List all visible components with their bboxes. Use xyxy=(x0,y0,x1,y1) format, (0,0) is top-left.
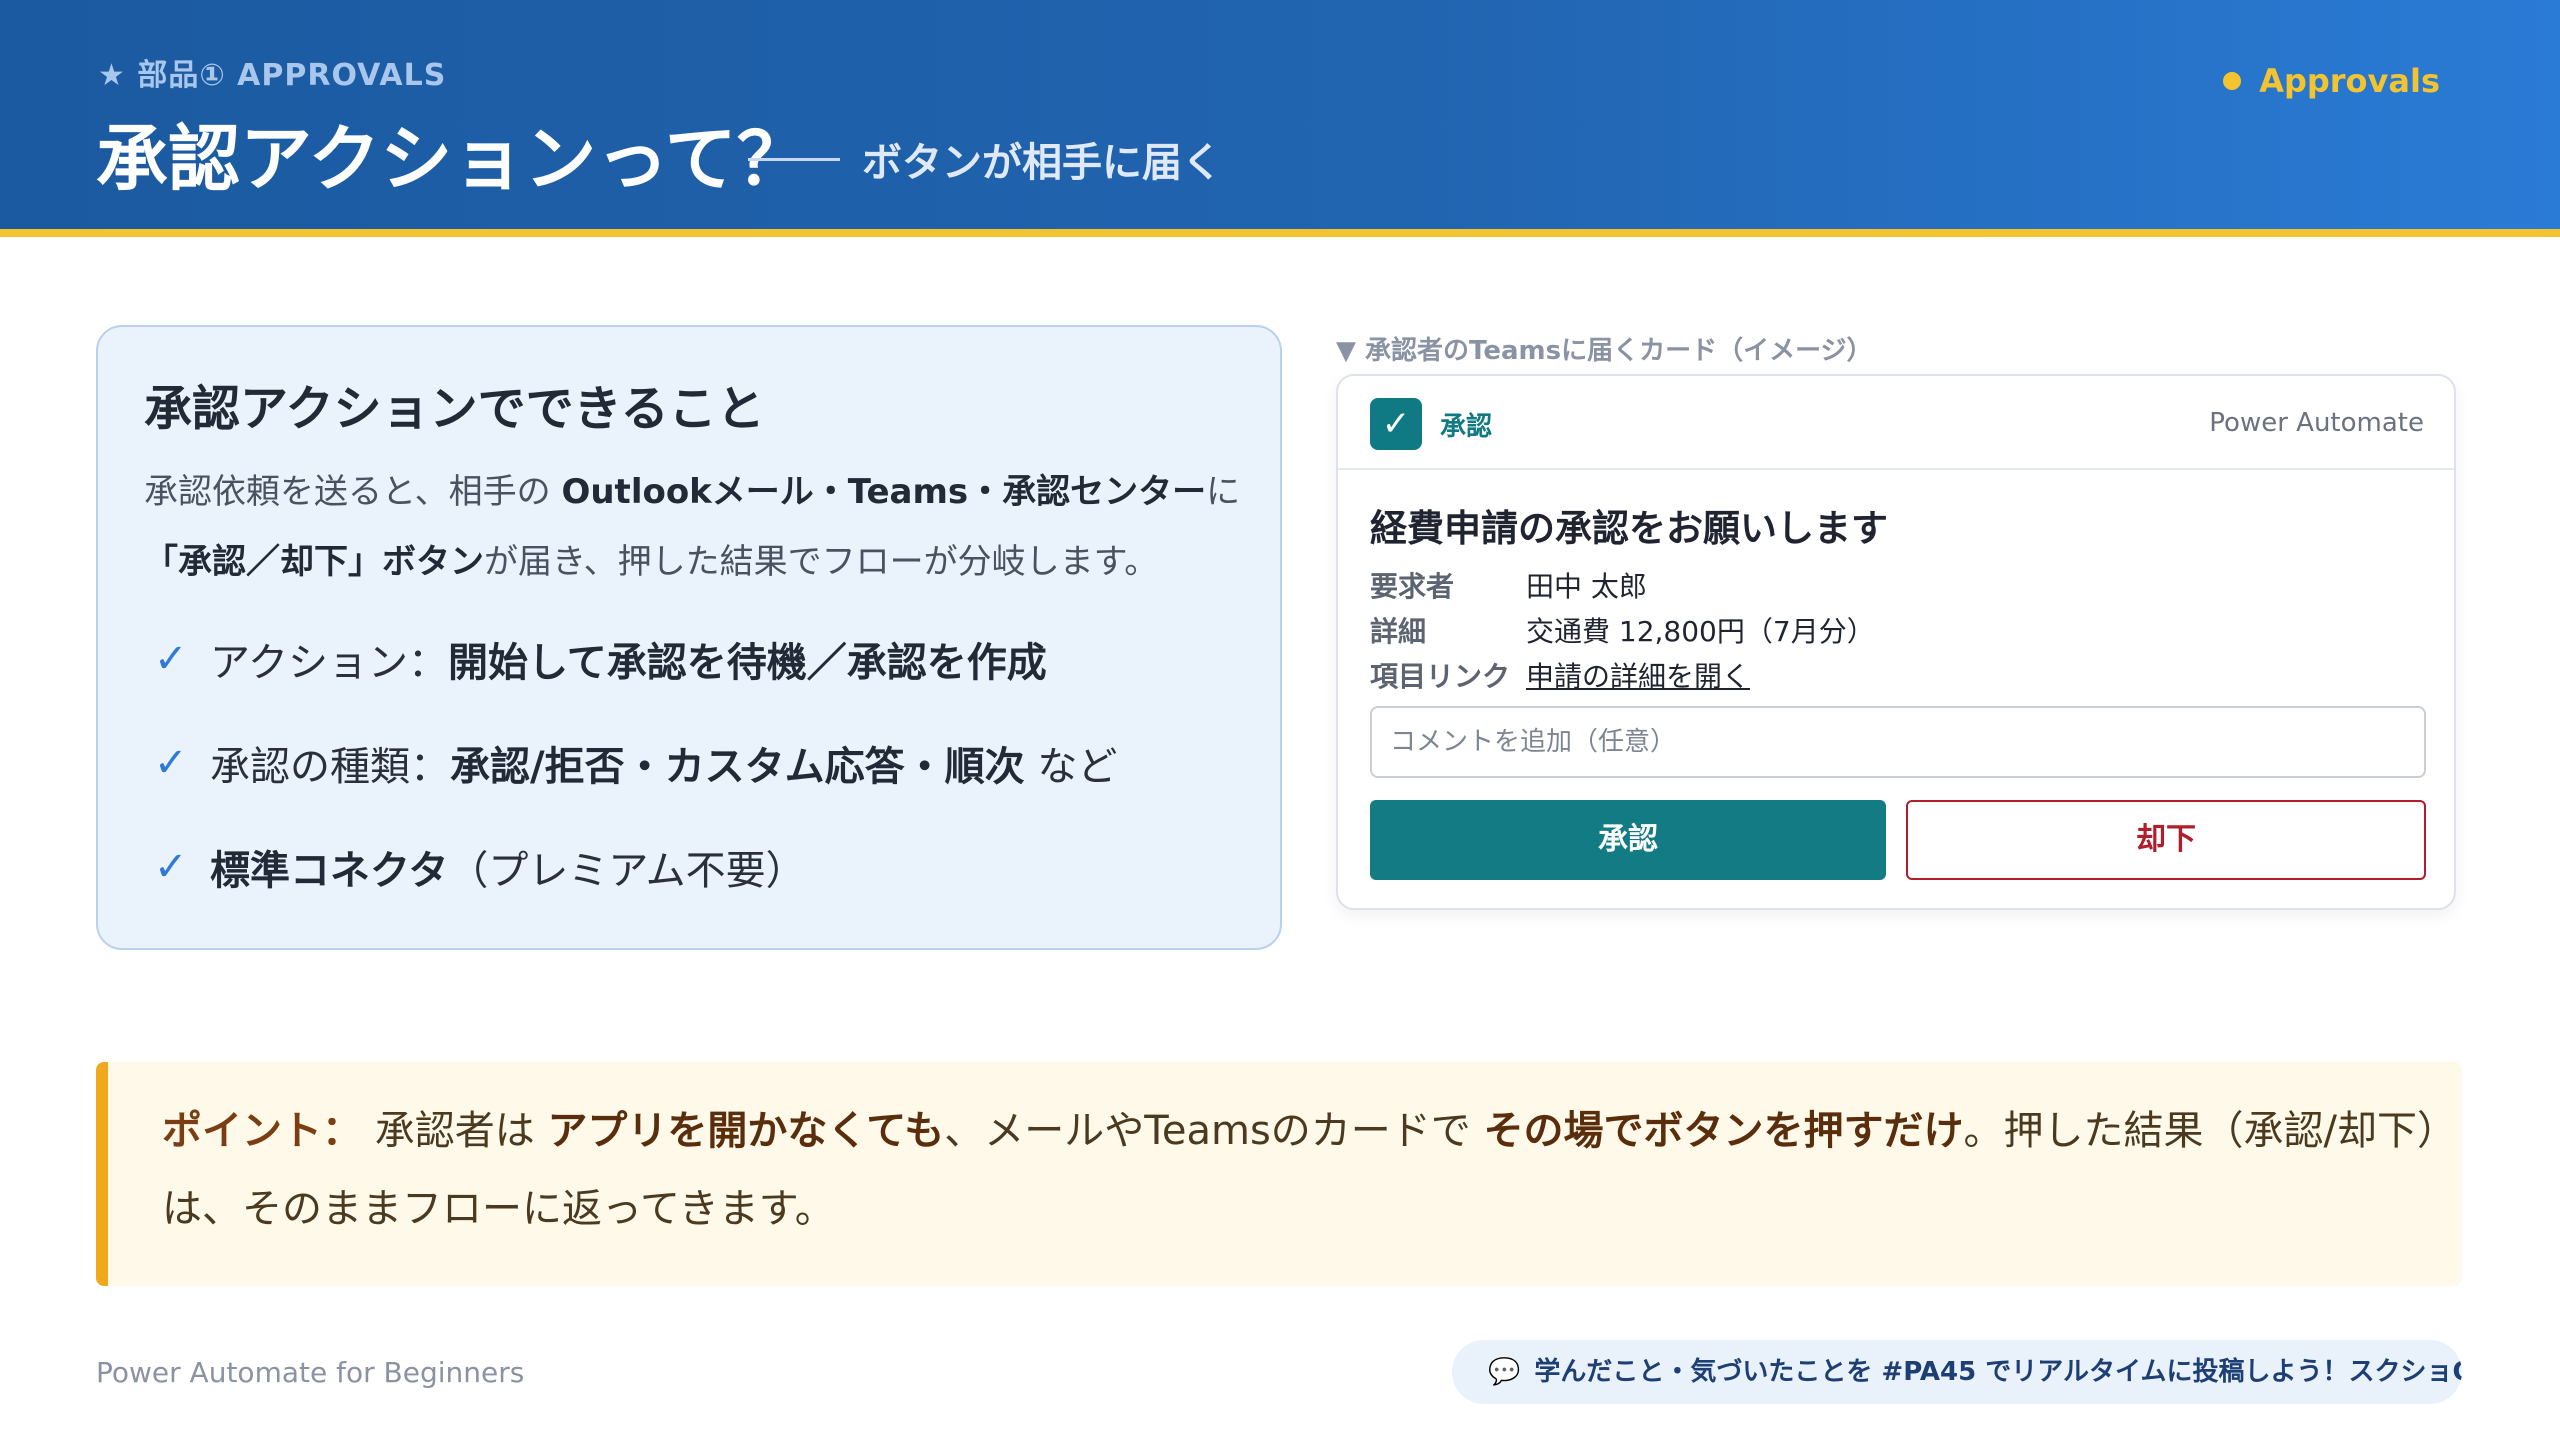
reject-button[interactable]: 却下 xyxy=(1906,800,2426,880)
point-bold-2: その場でボタンを押すだけ xyxy=(1483,1108,1964,1154)
panel-description: 承認依頼を送ると、相手の Outlookメール・Teams・承認センターに 「承… xyxy=(144,457,1244,597)
approval-check-icon: ✓ xyxy=(1370,398,1422,450)
desc-text-2: が届き、押した結果でフローが分岐します。 xyxy=(484,542,1159,582)
page-title: 承認アクションって？ xyxy=(96,117,809,201)
point-lead: ポイント： xyxy=(162,1108,362,1154)
field-value: 交通費 12,800円（7月分） xyxy=(1526,614,1875,648)
point-text: ポイント： 承認者は アプリを開かなくても、メールやTeamsのカードで その場… xyxy=(162,1092,2442,1248)
footer-pill-text: 学んだこと・気づいたことを #PA45 でリアルタイムに投稿しよう！スクショOK… xyxy=(1534,1357,2462,1387)
header-accent-bar xyxy=(0,229,2560,237)
check-icon: ✓ xyxy=(154,740,188,786)
card-app-name: 承認 xyxy=(1440,412,1493,442)
card-fields: 要求者 田中 太郎 詳細 交通費 12,800円（7月分） 項目リンク 申請の詳… xyxy=(1370,562,1875,697)
field-item-link: 項目リンク 申請の詳細を開く xyxy=(1370,652,1875,697)
list-item: ✓ 承認の種類： 承認/拒否・カスタム応答・順次 など xyxy=(154,711,1117,815)
approvals-badge: Approvals xyxy=(2223,62,2440,100)
field-key: 詳細 xyxy=(1370,614,1427,648)
check-icon: ✓ xyxy=(154,844,188,890)
field-key: 項目リンク xyxy=(1370,659,1511,693)
card-caption: ▼ 承認者のTeamsに届くカード（イメージ） xyxy=(1336,336,1873,366)
approval-card: ✓ 承認 Power Automate 経費申請の承認をお願いします 要求者 田… xyxy=(1336,374,2456,910)
desc-text-end: に xyxy=(1206,472,1241,512)
footer-hashtag-pill: 💬 学んだこと・気づいたことを #PA45 でリアルタイムに投稿しよう！スクショO… xyxy=(1452,1340,2462,1404)
desc-bold-2: 「承認／却下」ボタン xyxy=(144,542,484,582)
point-text-1: 承認者は xyxy=(362,1108,548,1154)
desc-bold: Outlookメール・Teams・承認センター xyxy=(561,472,1207,512)
request-details-link[interactable]: 申請の詳細を開く xyxy=(1526,655,1750,695)
bullet-bold: 標準コネクタ xyxy=(210,848,449,894)
footer-course-name: Power Automate for Beginners xyxy=(96,1356,525,1389)
feature-panel: 承認アクションでできること 承認依頼を送ると、相手の Outlookメール・Te… xyxy=(96,325,1282,950)
card-title: 経費申請の承認をお願いします xyxy=(1370,507,1888,550)
bullet-tail: （プレミアム不要） xyxy=(448,848,806,894)
point-callout: ポイント： 承認者は アプリを開かなくても、メールやTeamsのカードで その場… xyxy=(96,1062,2462,1286)
panel-heading: 承認アクションでできること xyxy=(144,381,765,437)
eyebrow-label: ★ 部品① APPROVALS xyxy=(98,58,447,93)
card-provider: Power Automate xyxy=(2209,408,2424,438)
bullet-tail: など xyxy=(1024,744,1118,790)
bullet-bold: 開始して承認を待機／承認を作成 xyxy=(448,640,1047,686)
point-bold-1: アプリを開かなくても xyxy=(547,1108,945,1154)
card-header: ✓ 承認 Power Automate xyxy=(1338,376,2454,470)
field-key: 要求者 xyxy=(1370,569,1455,603)
header-banner: ★ 部品① APPROVALS 承認アクションって？ ボタンが相手に届く App… xyxy=(0,0,2560,230)
approve-button[interactable]: 承認 xyxy=(1370,800,1886,880)
speech-bubble-icon: 💬 xyxy=(1488,1357,1521,1387)
field-details: 詳細 交通費 12,800円（7月分） xyxy=(1370,607,1875,652)
bullet-label: 承認の種類： xyxy=(210,744,450,790)
list-item: ✓ アクション： 開始して承認を待機／承認を作成 xyxy=(154,607,1117,711)
check-icon: ✓ xyxy=(154,636,188,682)
point-text-2: 、メールやTeamsのカードで xyxy=(944,1108,1484,1154)
subtitle-text: ボタンが相手に届く xyxy=(862,140,1222,186)
field-requester: 要求者 田中 太郎 xyxy=(1370,562,1875,607)
bullet-bold: 承認/拒否・カスタム応答・順次 xyxy=(450,744,1025,790)
bullet-label: アクション： xyxy=(210,640,448,686)
list-item: ✓ 標準コネクタ （プレミアム不要） xyxy=(154,815,1117,919)
field-value: 田中 太郎 xyxy=(1526,569,1647,603)
page-subtitle: ボタンが相手に届く xyxy=(748,130,1222,188)
badge-dot-icon xyxy=(2223,72,2242,90)
desc-text: 承認依頼を送ると、相手の xyxy=(144,472,562,512)
comment-input[interactable]: コメントを追加（任意） xyxy=(1370,706,2426,778)
badge-label: Approvals xyxy=(2259,62,2440,100)
subtitle-dash xyxy=(748,157,840,161)
feature-list: ✓ アクション： 開始して承認を待機／承認を作成 ✓ 承認の種類： 承認/拒否・… xyxy=(154,607,1117,919)
